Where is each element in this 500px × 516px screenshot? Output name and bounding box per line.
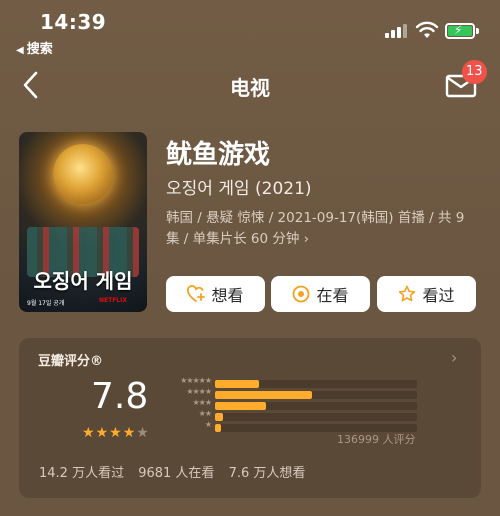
back-triangle-icon: ◀ xyxy=(16,45,24,56)
distribution-bar xyxy=(215,413,224,421)
want-to-watch-button[interactable]: 想看 xyxy=(166,276,265,312)
cellular-signal-icon xyxy=(385,24,409,38)
rating-card[interactable]: 豆瓣评分® › 7.8 ★★★★★ ★★★★★ ★★★★ ★★★ ★★ ★ 136999… xyxy=(19,338,481,498)
show-title: 鱿鱼游戏 xyxy=(166,140,271,170)
rating-count: 136999 人评分 xyxy=(337,433,416,446)
poster-date: 9월 17일 공개 xyxy=(27,300,65,307)
heart-plus-icon xyxy=(187,285,206,302)
back-app-label: 搜索 xyxy=(26,42,53,57)
watched-button[interactable]: 看过 xyxy=(377,276,476,312)
distribution-bar xyxy=(215,424,222,432)
watching-label: 在看 xyxy=(316,286,349,305)
star-filled-icon: ★ xyxy=(122,425,137,441)
distribution-stars: ★ xyxy=(204,420,212,429)
battery-tip xyxy=(476,28,479,34)
distribution-track xyxy=(215,380,417,388)
distribution-stars: ★★ xyxy=(198,409,212,418)
watching-count: 9681 人在看 xyxy=(138,466,215,481)
back-to-app-link[interactable]: ◀ 搜索 xyxy=(16,38,53,57)
poster-piggy-bank xyxy=(53,144,113,204)
audience-stats: 14.2 万人看过 9681 人在看 7.6 万人想看 xyxy=(39,462,315,481)
watched-label: 看过 xyxy=(422,286,455,305)
star-filled-icon: ★ xyxy=(82,425,96,441)
show-poster[interactable]: 오징어 게임 9월 17일 공개 NETFLIX xyxy=(19,132,147,312)
status-bar: 14:39 ◀ 搜索 ⚡ xyxy=(0,0,500,60)
want-label: 想看 xyxy=(211,286,244,305)
distribution-stars: ★★★★ xyxy=(186,387,212,396)
battery-icon: ⚡ xyxy=(445,23,475,39)
rating-distribution: ★★★★★ ★★★★ ★★★ ★★ ★ xyxy=(163,376,423,433)
watched-count: 14.2 万人看过 xyxy=(39,466,125,481)
show-meta[interactable]: 韩国 / 悬疑 惊悚 / 2021-09-17(韩国) 首播 / 共 9 集 /… xyxy=(166,208,476,250)
want-count: 7.6 万人想看 xyxy=(228,466,306,481)
star-filled-icon: ★ xyxy=(109,425,123,441)
distribution-track xyxy=(215,402,417,410)
distribution-stars: ★★★★★ xyxy=(180,376,212,385)
rating-label: 豆瓣评分® xyxy=(38,354,104,369)
star-empty-icon: ★ xyxy=(136,425,150,441)
page-title: 电视 xyxy=(230,76,270,100)
distribution-track xyxy=(215,391,417,399)
show-original-title: 오징어 게임 (2021) xyxy=(166,179,312,199)
distribution-stars: ★★★ xyxy=(192,398,211,407)
chevron-right-icon[interactable]: › xyxy=(451,348,457,367)
status-time: 14:39 xyxy=(40,10,107,34)
rating-stars: ★★★★★ xyxy=(82,425,150,441)
netflix-logo: NETFLIX xyxy=(99,297,127,304)
distribution-bar xyxy=(215,380,260,388)
poster-title: 오징어 게임 xyxy=(33,269,133,293)
target-circle-icon xyxy=(293,285,310,303)
distribution-track xyxy=(215,413,417,421)
mail-badge: 13 xyxy=(462,60,487,84)
star-filled-icon: ★ xyxy=(95,425,110,441)
distribution-bar xyxy=(215,402,266,410)
star-outline-icon xyxy=(399,285,416,302)
distribution-row: ★★ xyxy=(163,409,423,421)
wifi-icon xyxy=(415,21,439,38)
rating-score: 7.8 xyxy=(91,376,149,417)
distribution-bar xyxy=(215,391,312,399)
watching-button[interactable]: 在看 xyxy=(271,276,370,312)
